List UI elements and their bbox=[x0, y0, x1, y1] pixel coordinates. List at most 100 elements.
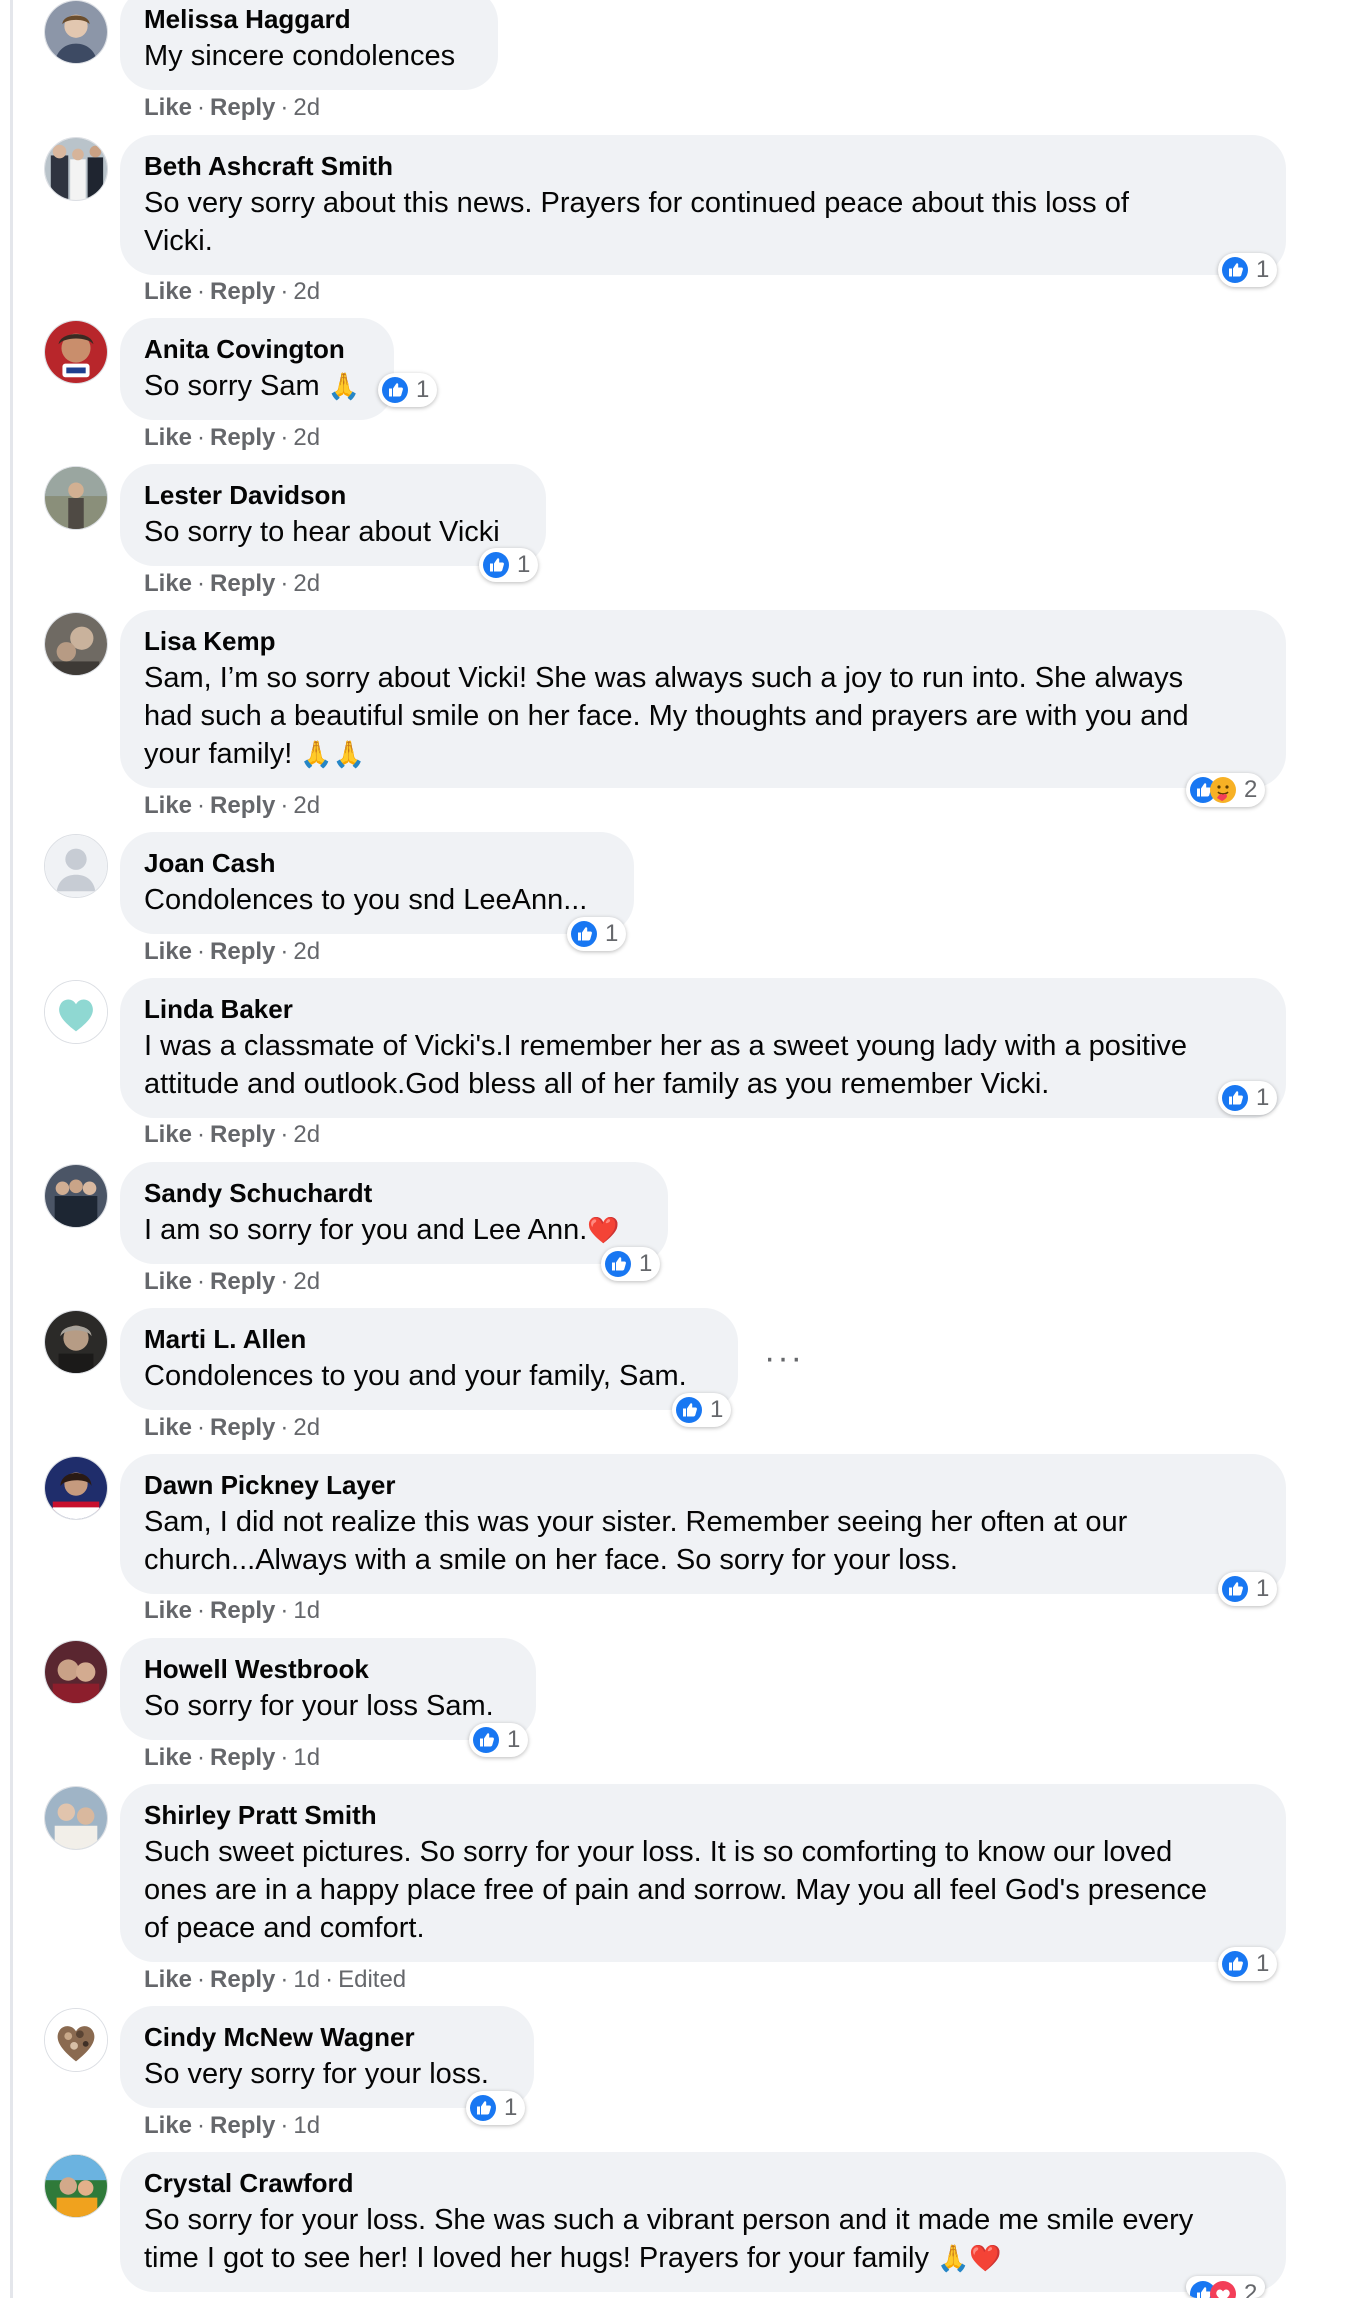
comment-author[interactable]: Joan Cash bbox=[144, 845, 608, 881]
comment-author[interactable]: Marti L. Allen bbox=[144, 1321, 712, 1357]
comment-author[interactable]: Dawn Pickney Layer bbox=[144, 1467, 1260, 1503]
avatar[interactable] bbox=[44, 320, 108, 384]
reply-button[interactable]: Reply bbox=[210, 2112, 275, 2139]
like-button[interactable]: Like bbox=[144, 94, 192, 121]
comment-time[interactable]: 2d bbox=[293, 278, 320, 305]
avatar[interactable] bbox=[44, 137, 108, 201]
like-button[interactable]: Like bbox=[144, 424, 192, 451]
comment-bubble: Lisa Kemp Sam, I’m so sorry about Vicki!… bbox=[120, 610, 1286, 788]
comment-time[interactable]: 1d bbox=[293, 1966, 320, 1993]
like-button[interactable]: Like bbox=[144, 1121, 192, 1148]
avatar[interactable] bbox=[44, 834, 108, 898]
reaction-badge[interactable]: 1 bbox=[466, 2091, 526, 2125]
reply-button[interactable]: Reply bbox=[210, 938, 275, 965]
reply-button[interactable]: Reply bbox=[210, 1414, 275, 1441]
like-button[interactable]: Like bbox=[144, 1268, 192, 1295]
comment-author[interactable]: Beth Ashcraft Smith bbox=[144, 148, 1260, 184]
comment-author[interactable]: Shirley Pratt Smith bbox=[144, 1797, 1260, 1833]
like-button[interactable]: Like bbox=[144, 1744, 192, 1771]
comment-text: your family! bbox=[144, 738, 293, 770]
comment-time[interactable]: 2d bbox=[293, 424, 320, 451]
reply-button[interactable]: Reply bbox=[210, 278, 275, 305]
like-thumb-icon bbox=[604, 1250, 632, 1278]
avatar[interactable] bbox=[44, 1786, 108, 1850]
comment-author[interactable]: Sandy Schuchardt bbox=[144, 1175, 642, 1211]
reaction-badge[interactable]: 1 bbox=[601, 1247, 661, 1281]
reaction-badge[interactable]: 1 bbox=[1218, 1081, 1278, 1115]
reply-button[interactable]: Reply bbox=[210, 1268, 275, 1295]
comment-time[interactable]: 2d bbox=[293, 792, 320, 819]
reaction-badge[interactable]: 1 bbox=[1218, 1572, 1278, 1606]
reply-button[interactable]: Reply bbox=[210, 1597, 275, 1624]
comment-author[interactable]: Lisa Kemp bbox=[144, 623, 1260, 659]
comment-author[interactable]: Anita Covington bbox=[144, 331, 368, 367]
like-button[interactable]: Like bbox=[144, 938, 192, 965]
comment-author[interactable]: Lester Davidson bbox=[144, 477, 520, 513]
like-button[interactable]: Like bbox=[144, 278, 192, 305]
reply-button[interactable]: Reply bbox=[210, 1121, 275, 1148]
comment-time[interactable]: 1d bbox=[293, 1744, 320, 1771]
comment-time[interactable]: 2d bbox=[293, 570, 320, 597]
reaction-badge[interactable]: 1 bbox=[1218, 253, 1278, 287]
comment-time[interactable]: 2d bbox=[293, 1268, 320, 1295]
reply-button[interactable]: Reply bbox=[210, 570, 275, 597]
like-button[interactable]: Like bbox=[144, 2112, 192, 2139]
comment-author[interactable]: Crystal Crawford bbox=[144, 2165, 1260, 2201]
avatar[interactable] bbox=[44, 612, 108, 676]
edited-label[interactable]: Edited bbox=[338, 1966, 406, 1993]
comment-author[interactable]: Linda Baker bbox=[144, 991, 1260, 1027]
comment-time[interactable]: 2d bbox=[293, 1121, 320, 1148]
comment-time[interactable]: 1d bbox=[293, 2112, 320, 2139]
comment-author[interactable]: Cindy McNew Wagner bbox=[144, 2019, 508, 2055]
like-thumb-icon bbox=[381, 376, 409, 404]
comment-text: So sorry for your loss Sam. bbox=[144, 1690, 494, 1722]
like-button[interactable]: Like bbox=[144, 1597, 192, 1624]
avatar[interactable] bbox=[44, 2008, 108, 2072]
reply-button[interactable]: Reply bbox=[210, 424, 275, 451]
reaction-badge[interactable]: 1 bbox=[469, 1723, 529, 1757]
like-button[interactable]: Like bbox=[144, 570, 192, 597]
comment-actions: Like · Reply · 1d bbox=[144, 1597, 321, 1624]
comment-bubble: Linda Baker I was a classmate of Vicki's… bbox=[120, 978, 1286, 1118]
reaction-badge[interactable]: 1 bbox=[1218, 1947, 1278, 1981]
comment-actions: Like · Reply · 2d bbox=[144, 278, 321, 305]
avatar[interactable] bbox=[44, 466, 108, 530]
comment-author[interactable]: Howell Westbrook bbox=[144, 1651, 510, 1687]
comment-actions: Like · Reply · 2d bbox=[144, 938, 321, 965]
comment-text: So very sorry for your loss. bbox=[144, 2058, 489, 2090]
reaction-badge[interactable]: 1 bbox=[672, 1393, 732, 1427]
comment-actions: Like · Reply · 2d bbox=[144, 424, 321, 451]
avatar[interactable] bbox=[44, 1164, 108, 1228]
reaction-badge[interactable]: 1 bbox=[479, 548, 539, 582]
comment-bubble: Anita Covington So sorry Sam 🙏 bbox=[120, 318, 394, 420]
avatar[interactable] bbox=[44, 2154, 108, 2218]
reply-button[interactable]: Reply bbox=[210, 1744, 275, 1771]
comment-time[interactable]: 2d bbox=[293, 1414, 320, 1441]
avatar[interactable] bbox=[44, 1456, 108, 1520]
reply-button[interactable]: Reply bbox=[210, 94, 275, 121]
comment-time[interactable]: 2d bbox=[293, 94, 320, 121]
reaction-badge[interactable]: 1 bbox=[378, 373, 438, 407]
comment-text: time I got to see her! I loved her hugs!… bbox=[144, 2242, 929, 2274]
comment-text: attitude and outlook.God bless all of he… bbox=[144, 1068, 1050, 1100]
like-button[interactable]: Like bbox=[144, 1414, 192, 1441]
comment-author[interactable]: Melissa Haggard bbox=[144, 1, 472, 37]
reaction-badge[interactable]: 2 bbox=[1186, 773, 1266, 807]
like-button[interactable]: Like bbox=[144, 792, 192, 819]
like-button[interactable]: Like bbox=[144, 1966, 192, 1993]
reaction-badge[interactable]: 2 bbox=[1186, 2276, 1266, 2298]
reply-button[interactable]: Reply bbox=[210, 792, 275, 819]
comment-text: So sorry for your loss. She was such a v… bbox=[144, 2204, 1194, 2236]
reply-button[interactable]: Reply bbox=[210, 1966, 275, 1993]
comment-bubble: Beth Ashcraft Smith So very sorry about … bbox=[120, 135, 1286, 275]
more-options-icon[interactable]: ··· bbox=[764, 1341, 804, 1375]
avatar[interactable] bbox=[44, 0, 108, 64]
comment-time[interactable]: 2d bbox=[293, 938, 320, 965]
comment-text: I was a classmate of Vicki's.I remember … bbox=[144, 1030, 1188, 1062]
comment-time[interactable]: 1d bbox=[293, 1597, 320, 1624]
avatar[interactable] bbox=[44, 980, 108, 1044]
avatar[interactable] bbox=[44, 1640, 108, 1704]
comment-bubble: Melissa Haggard My sincere condolences bbox=[120, 0, 498, 90]
reaction-badge[interactable]: 1 bbox=[567, 917, 627, 951]
avatar[interactable] bbox=[44, 1310, 108, 1374]
